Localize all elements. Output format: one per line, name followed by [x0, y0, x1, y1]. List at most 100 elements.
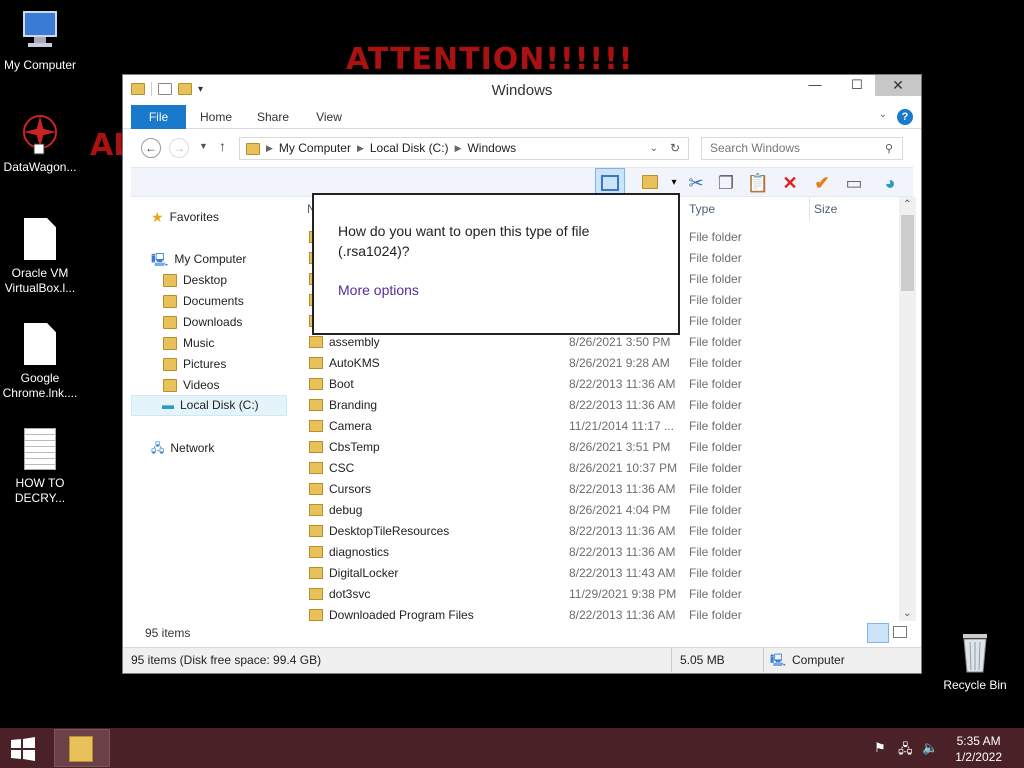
scroll-up-icon[interactable]: ⌃ [903, 199, 911, 210]
scroll-down-icon[interactable]: ⌄ [903, 608, 911, 619]
column-header-size[interactable]: Size [809, 197, 837, 221]
folder-icon [309, 420, 323, 432]
nav-videos[interactable]: Videos [163, 375, 219, 396]
text-file-icon [20, 428, 60, 472]
ransom-banner-text: ATTENTION!!!!!! [346, 42, 634, 77]
desktop-icon-how-to-decrypt[interactable]: HOW TO DECRY... [0, 428, 80, 506]
clock[interactable]: 5:35 AM 1/2/2022 [955, 733, 1002, 765]
close-button[interactable]: ✕ [875, 75, 921, 96]
folder-icon [309, 567, 323, 579]
status-size: 5.05 MB [671, 648, 725, 672]
preview-pane-icon[interactable] [595, 168, 625, 196]
folder-icon [246, 142, 260, 155]
file-name: debug [329, 503, 363, 517]
cut-icon[interactable]: ✂ [683, 170, 709, 196]
folder-icon [69, 736, 93, 762]
copy-icon[interactable]: ❐ [713, 170, 739, 196]
taskbar-file-explorer[interactable] [54, 729, 110, 767]
details-view-icon[interactable] [867, 623, 889, 643]
table-row[interactable]: DigitalLocker 8/22/2013 11:43 AM File fold… [293, 563, 893, 584]
ribbon-tabs: File Home Share View ⌄ ? [123, 105, 921, 129]
tab-file[interactable]: File [131, 105, 186, 129]
more-options-link[interactable]: More options [338, 282, 419, 298]
nav-downloads[interactable]: Downloads [163, 312, 242, 333]
tab-home[interactable]: Home [195, 105, 237, 129]
paste-icon[interactable]: 📋 [745, 170, 771, 196]
file-date: 8/22/2013 11:36 AM [569, 608, 676, 622]
recent-locations-icon[interactable]: ▼ [199, 141, 208, 151]
breadcrumb-item[interactable]: Local Disk (C:) [370, 138, 449, 159]
search-icon[interactable]: ⚲ [885, 142, 893, 155]
item-count: 95 items [145, 626, 191, 640]
desktop-icon-chrome-lnk[interactable]: Google Chrome.lnk.... [0, 323, 80, 401]
file-type: File folder [689, 356, 742, 370]
file-date: 8/22/2013 11:36 AM [569, 524, 676, 538]
start-button[interactable] [8, 736, 38, 762]
nav-documents[interactable]: Documents [163, 291, 244, 312]
file-name: DesktopTileResources [329, 524, 450, 538]
table-row[interactable]: Branding 8/22/2013 11:36 AM File folder [293, 395, 893, 416]
nav-music[interactable]: Music [163, 333, 214, 354]
rename-icon[interactable]: ▭ [841, 170, 867, 196]
tab-share[interactable]: Share [251, 105, 295, 129]
table-row[interactable]: dot3svc 11/29/2021 9:38 PM File folder [293, 584, 893, 605]
desktop-icon-label: Google Chrome.lnk.... [2, 371, 78, 400]
up-button[interactable]: ↑ [219, 138, 226, 154]
breadcrumb-item[interactable]: My Computer [279, 138, 351, 159]
desktop-icon-datawagon[interactable]: DataWagon... [0, 112, 80, 175]
refresh-icon[interactable]: ↻ [670, 138, 680, 159]
table-row[interactable]: diagnostics 8/22/2013 11:36 AM File folder [293, 542, 893, 563]
table-row[interactable]: AutoKMS 8/26/2021 9:28 AM File folder [293, 353, 893, 374]
minimize-button[interactable]: — [801, 75, 829, 96]
back-button[interactable]: ← [141, 138, 161, 158]
address-bar[interactable]: ▶ My Computer ▶ Local Disk (C:) ▶ Window… [239, 137, 689, 160]
navigation-pane: ★ Favorites 🖳 My Computer Desktop Document… [131, 197, 293, 637]
table-row[interactable]: CSC 8/26/2021 10:37 PM File folder [293, 458, 893, 479]
volume-icon[interactable]: 🔈 [922, 740, 938, 756]
nav-local-disk[interactable]: ▬ Local Disk (C:) [131, 395, 287, 416]
delete-icon[interactable]: ✕ [777, 170, 803, 196]
vertical-scrollbar[interactable]: ⌃ ⌄ [899, 197, 916, 621]
action-center-icon[interactable]: ⚑ [874, 740, 886, 756]
file-type: File folder [689, 272, 742, 286]
tab-view[interactable]: View [309, 105, 349, 129]
globe-icon[interactable]: ◕ [877, 170, 903, 196]
checkmark-icon[interactable]: ✔ [809, 170, 835, 196]
folder-icon [309, 588, 323, 600]
table-row[interactable]: Boot 8/22/2013 11:36 AM File folder [293, 374, 893, 395]
table-row[interactable]: Downloaded Program Files 8/22/2013 11:36 … [293, 605, 893, 626]
table-row[interactable]: Cursors 8/22/2013 11:36 AM File folder [293, 479, 893, 500]
desktop-icon-my-computer[interactable]: My Computer [0, 10, 80, 73]
nav-favorites[interactable]: ★ Favorites [151, 207, 219, 228]
folder-icon [309, 546, 323, 558]
network-icon[interactable]: 🖧 [898, 740, 913, 762]
table-row[interactable]: DesktopTileResources 8/22/2013 11:36 AM Fi… [293, 521, 893, 542]
file-type: File folder [689, 251, 742, 265]
column-header-type[interactable]: Type [689, 197, 715, 221]
forward-button[interactable]: → [169, 138, 189, 158]
search-input[interactable]: Search Windows [701, 137, 903, 160]
clock-date: 1/2/2022 [955, 750, 1002, 764]
chevron-down-icon[interactable]: ⌄ [879, 109, 887, 120]
file-type: File folder [689, 482, 742, 496]
nav-desktop[interactable]: Desktop [163, 270, 227, 291]
maximize-button[interactable]: ☐ [843, 75, 871, 96]
chevron-down-icon[interactable]: ⌄ [650, 138, 658, 159]
large-icons-view-icon[interactable] [893, 626, 907, 638]
table-row[interactable]: Camera 11/21/2014 11:17 ... File folder [293, 416, 893, 437]
nav-my-computer[interactable]: 🖳 My Computer [151, 249, 246, 270]
breadcrumb-item[interactable]: Windows [467, 138, 516, 159]
folder-icon [163, 358, 177, 371]
desktop-icon-recycle-bin[interactable]: Recycle Bin [935, 630, 1015, 693]
file-name: dot3svc [329, 587, 371, 601]
scrollbar-thumb[interactable] [901, 215, 914, 291]
title-bar[interactable]: ▾ Windows — ☐ ✕ [123, 75, 921, 105]
desktop-icon-virtualbox[interactable]: Oracle VM VirtualBox.l... [0, 218, 80, 296]
table-row[interactable]: CbsTemp 8/26/2021 3:51 PM File folder [293, 437, 893, 458]
nav-network[interactable]: 🖧 Network [151, 438, 214, 459]
table-row[interactable]: debug 8/26/2021 4:04 PM File folder [293, 500, 893, 521]
nav-pictures[interactable]: Pictures [163, 354, 226, 375]
file-date: 8/22/2013 11:43 AM [569, 566, 676, 580]
table-row[interactable]: assembly 8/26/2021 3:50 PM File folder [293, 332, 893, 353]
help-icon[interactable]: ? [897, 109, 913, 125]
